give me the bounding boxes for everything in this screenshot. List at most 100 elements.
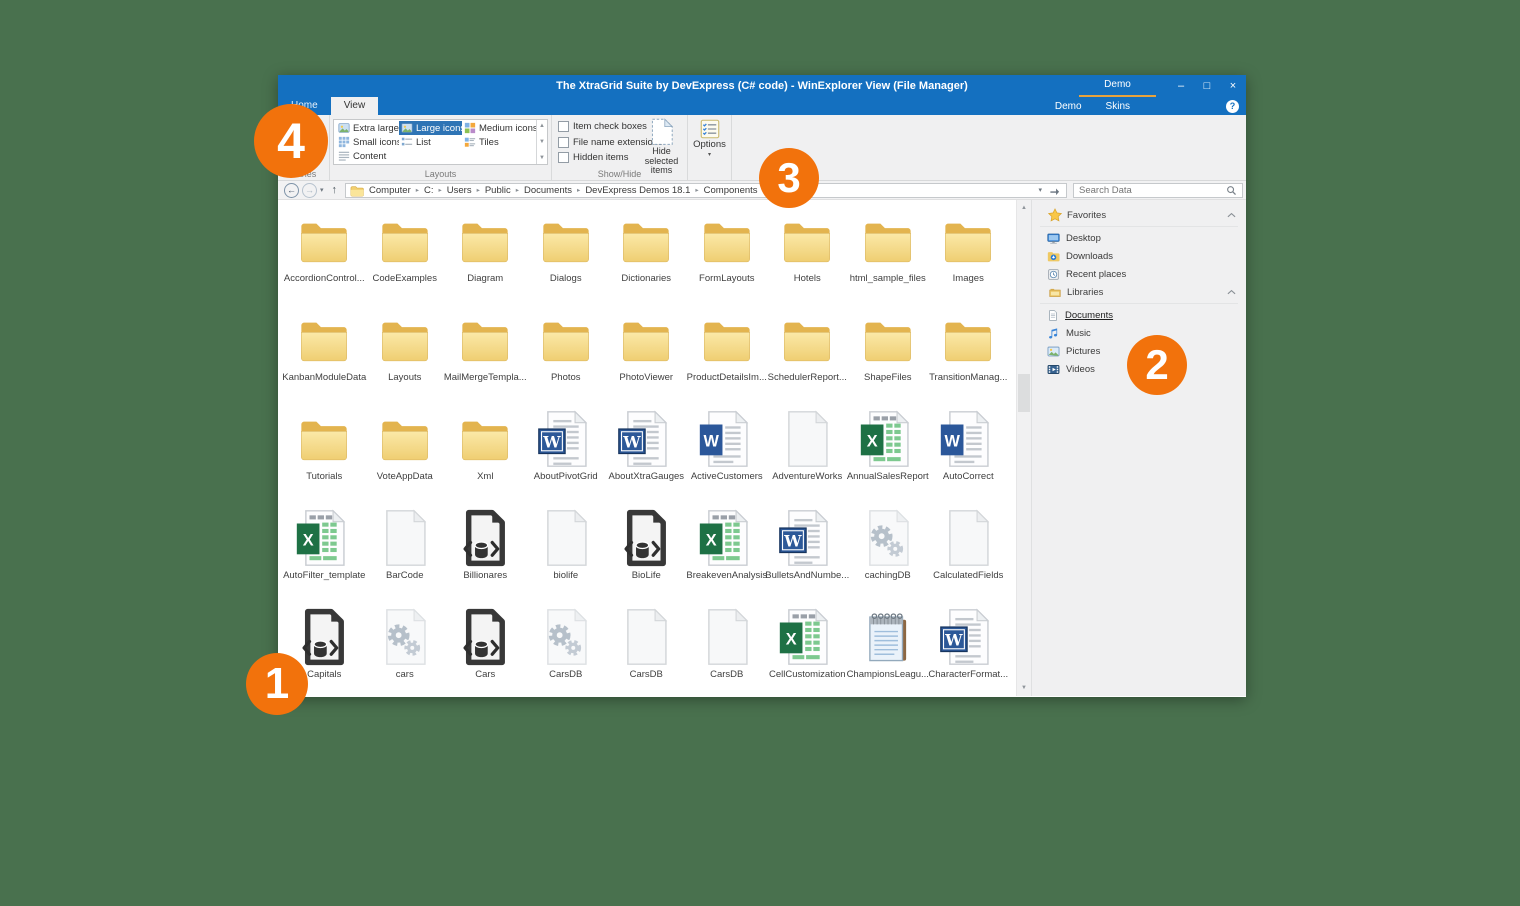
close-button[interactable]: × — [1220, 75, 1246, 97]
breadcrumb-segment[interactable]: DevExpress Demos 18.1 — [580, 185, 695, 196]
file-item[interactable]: Diagram — [445, 206, 526, 305]
refresh-icon[interactable] — [1049, 185, 1060, 196]
layout-option-medium-icons[interactable]: Medium icons — [462, 121, 536, 135]
file-item[interactable]: BioLife — [606, 503, 687, 602]
file-item[interactable]: WCharacterFormat... — [928, 602, 1009, 696]
file-item[interactable]: VoteAppData — [365, 404, 446, 503]
file-item[interactable]: XBreakevenAnalysis — [687, 503, 768, 602]
tab-demo[interactable]: Demo — [1043, 101, 1094, 112]
file-item[interactable]: Dictionaries — [606, 206, 687, 305]
breadcrumb[interactable]: Computer▸C:▸Users▸Public▸Documents▸DevEx… — [345, 183, 1067, 198]
file-item[interactable]: WActiveCustomers — [687, 404, 768, 503]
gallery-scroll-up-icon[interactable]: ▲ — [539, 123, 545, 129]
file-item[interactable]: ChampionsLeagu... — [848, 602, 929, 696]
options-button[interactable]: Options ▾ — [688, 119, 731, 158]
file-item[interactable]: XAutoFilter_template — [284, 503, 365, 602]
gallery-expand-icon[interactable]: ▼ — [539, 155, 545, 161]
maximize-button[interactable]: □ — [1194, 75, 1220, 97]
breadcrumb-segment[interactable]: Computer — [364, 185, 416, 196]
layout-option-small-icons[interactable]: Small icons — [336, 135, 399, 149]
layout-option-list[interactable]: List — [399, 135, 462, 149]
file-item[interactable]: FormLayouts — [687, 206, 768, 305]
file-item[interactable]: biolife — [526, 503, 607, 602]
layout-option-tiles[interactable]: Tiles — [462, 135, 536, 149]
layout-option-large-icons[interactable]: Large icons — [399, 121, 462, 135]
file-item[interactable]: Dialogs — [526, 206, 607, 305]
tab-view[interactable]: View — [331, 97, 379, 115]
sidebar-item-label: Downloads — [1066, 251, 1113, 262]
file-item[interactable]: WAutoCorrect — [928, 404, 1009, 503]
file-item[interactable]: CarsDB — [687, 602, 768, 696]
file-item[interactable]: SchedulerReport... — [767, 305, 848, 404]
file-item[interactable]: XCellCustomization — [767, 602, 848, 696]
file-item[interactable]: html_sample_files — [848, 206, 929, 305]
file-item[interactable]: Tutorials — [284, 404, 365, 503]
file-item[interactable]: TransitionManag... — [928, 305, 1009, 404]
help-icon[interactable]: ? — [1226, 100, 1239, 113]
scroll-down-icon[interactable]: ▼ — [1017, 681, 1031, 695]
file-item[interactable]: MailMergeTempla... — [445, 305, 526, 404]
breadcrumb-segment[interactable]: Components — [699, 185, 763, 196]
file-item[interactable]: AdventureWorks — [767, 404, 848, 503]
layout-option-extra-large-view[interactable]: Extra large view — [336, 121, 399, 135]
breadcrumb-segment[interactable]: Public — [480, 185, 516, 196]
file-item[interactable]: CalculatedFields — [928, 503, 1009, 602]
file-item[interactable]: Hotels — [767, 206, 848, 305]
file-item[interactable]: ShapeFiles — [848, 305, 929, 404]
checkbox-box[interactable] — [558, 137, 569, 148]
breadcrumb-segment[interactable]: Documents — [519, 185, 577, 196]
file-label: Hotels — [794, 273, 821, 284]
vertical-scrollbar[interactable]: ▲ ▼ — [1016, 200, 1031, 696]
file-item[interactable]: ProductDetailsIm... — [687, 305, 768, 404]
layout-option-content[interactable]: Content — [336, 149, 399, 163]
gallery-scrollbar[interactable]: ▲ ▼ ▼ — [536, 120, 547, 164]
file-item[interactable]: KanbanModuleData — [284, 305, 365, 404]
file-item[interactable]: Xml — [445, 404, 526, 503]
file-label: ChampionsLeagu... — [847, 669, 929, 680]
file-item[interactable]: Photos — [526, 305, 607, 404]
search-input[interactable] — [1079, 185, 1226, 196]
sidebar-item-recent-places[interactable]: Recent places — [1032, 265, 1246, 283]
address-dropdown-icon[interactable]: ▾ — [1038, 186, 1042, 194]
back-button[interactable]: ← — [284, 183, 299, 198]
file-item[interactable]: cachingDB — [848, 503, 929, 602]
file-item[interactable]: PhotoViewer — [606, 305, 687, 404]
file-item[interactable]: Images — [928, 206, 1009, 305]
scrollbar-thumb[interactable] — [1018, 374, 1030, 412]
breadcrumb-segment[interactable]: C: — [419, 185, 439, 196]
scroll-up-icon[interactable]: ▲ — [1017, 201, 1031, 215]
breadcrumb-segment[interactable]: Users — [442, 185, 477, 196]
sidebar-section-libraries[interactable]: Libraries — [1032, 283, 1246, 302]
chevron-up-icon[interactable] — [1227, 287, 1236, 298]
file-item[interactable]: Layouts — [365, 305, 446, 404]
sidebar-item-downloads[interactable]: Downloads — [1032, 247, 1246, 265]
gallery-scroll-down-icon[interactable]: ▼ — [539, 139, 545, 145]
checkbox-box[interactable] — [558, 121, 569, 132]
desktop-background: The XtraGrid Suite by DevExpress (C# cod… — [0, 0, 1520, 906]
file-item[interactable]: CarsDB — [606, 602, 687, 696]
checkbox-box[interactable] — [558, 152, 569, 163]
file-item[interactable]: WBulletsAndNumbe... — [767, 503, 848, 602]
sidebar-item-desktop[interactable]: Desktop — [1032, 229, 1246, 247]
forward-button[interactable]: → — [302, 183, 317, 198]
file-item[interactable]: XAnnualSalesReport — [848, 404, 929, 503]
sidebar-section-favorites[interactable]: Favorites — [1032, 205, 1246, 225]
file-item[interactable]: Cars — [445, 602, 526, 696]
file-item[interactable]: WAboutPivotGrid — [526, 404, 607, 503]
search-box[interactable] — [1073, 183, 1243, 198]
file-item[interactable]: cars — [365, 602, 446, 696]
file-item[interactable]: Billionares — [445, 503, 526, 602]
up-button[interactable]: ↑ — [327, 184, 343, 196]
hide-selected-items-button[interactable]: Hide selected items — [638, 118, 685, 176]
file-item[interactable]: WAboutXtraGauges — [606, 404, 687, 503]
minimize-button[interactable]: – — [1168, 75, 1194, 97]
tab-skins[interactable]: Skins — [1094, 101, 1142, 112]
file-item[interactable]: AccordionControl... — [284, 206, 365, 305]
history-dropdown-icon[interactable]: ▾ — [317, 186, 327, 194]
file-item[interactable]: CodeExamples — [365, 206, 446, 305]
sidebar-item-documents[interactable]: Documents — [1032, 306, 1246, 324]
chevron-up-icon[interactable] — [1227, 210, 1236, 221]
search-icon[interactable] — [1226, 185, 1237, 196]
file-item[interactable]: CarsDB — [526, 602, 607, 696]
file-item[interactable]: BarCode — [365, 503, 446, 602]
